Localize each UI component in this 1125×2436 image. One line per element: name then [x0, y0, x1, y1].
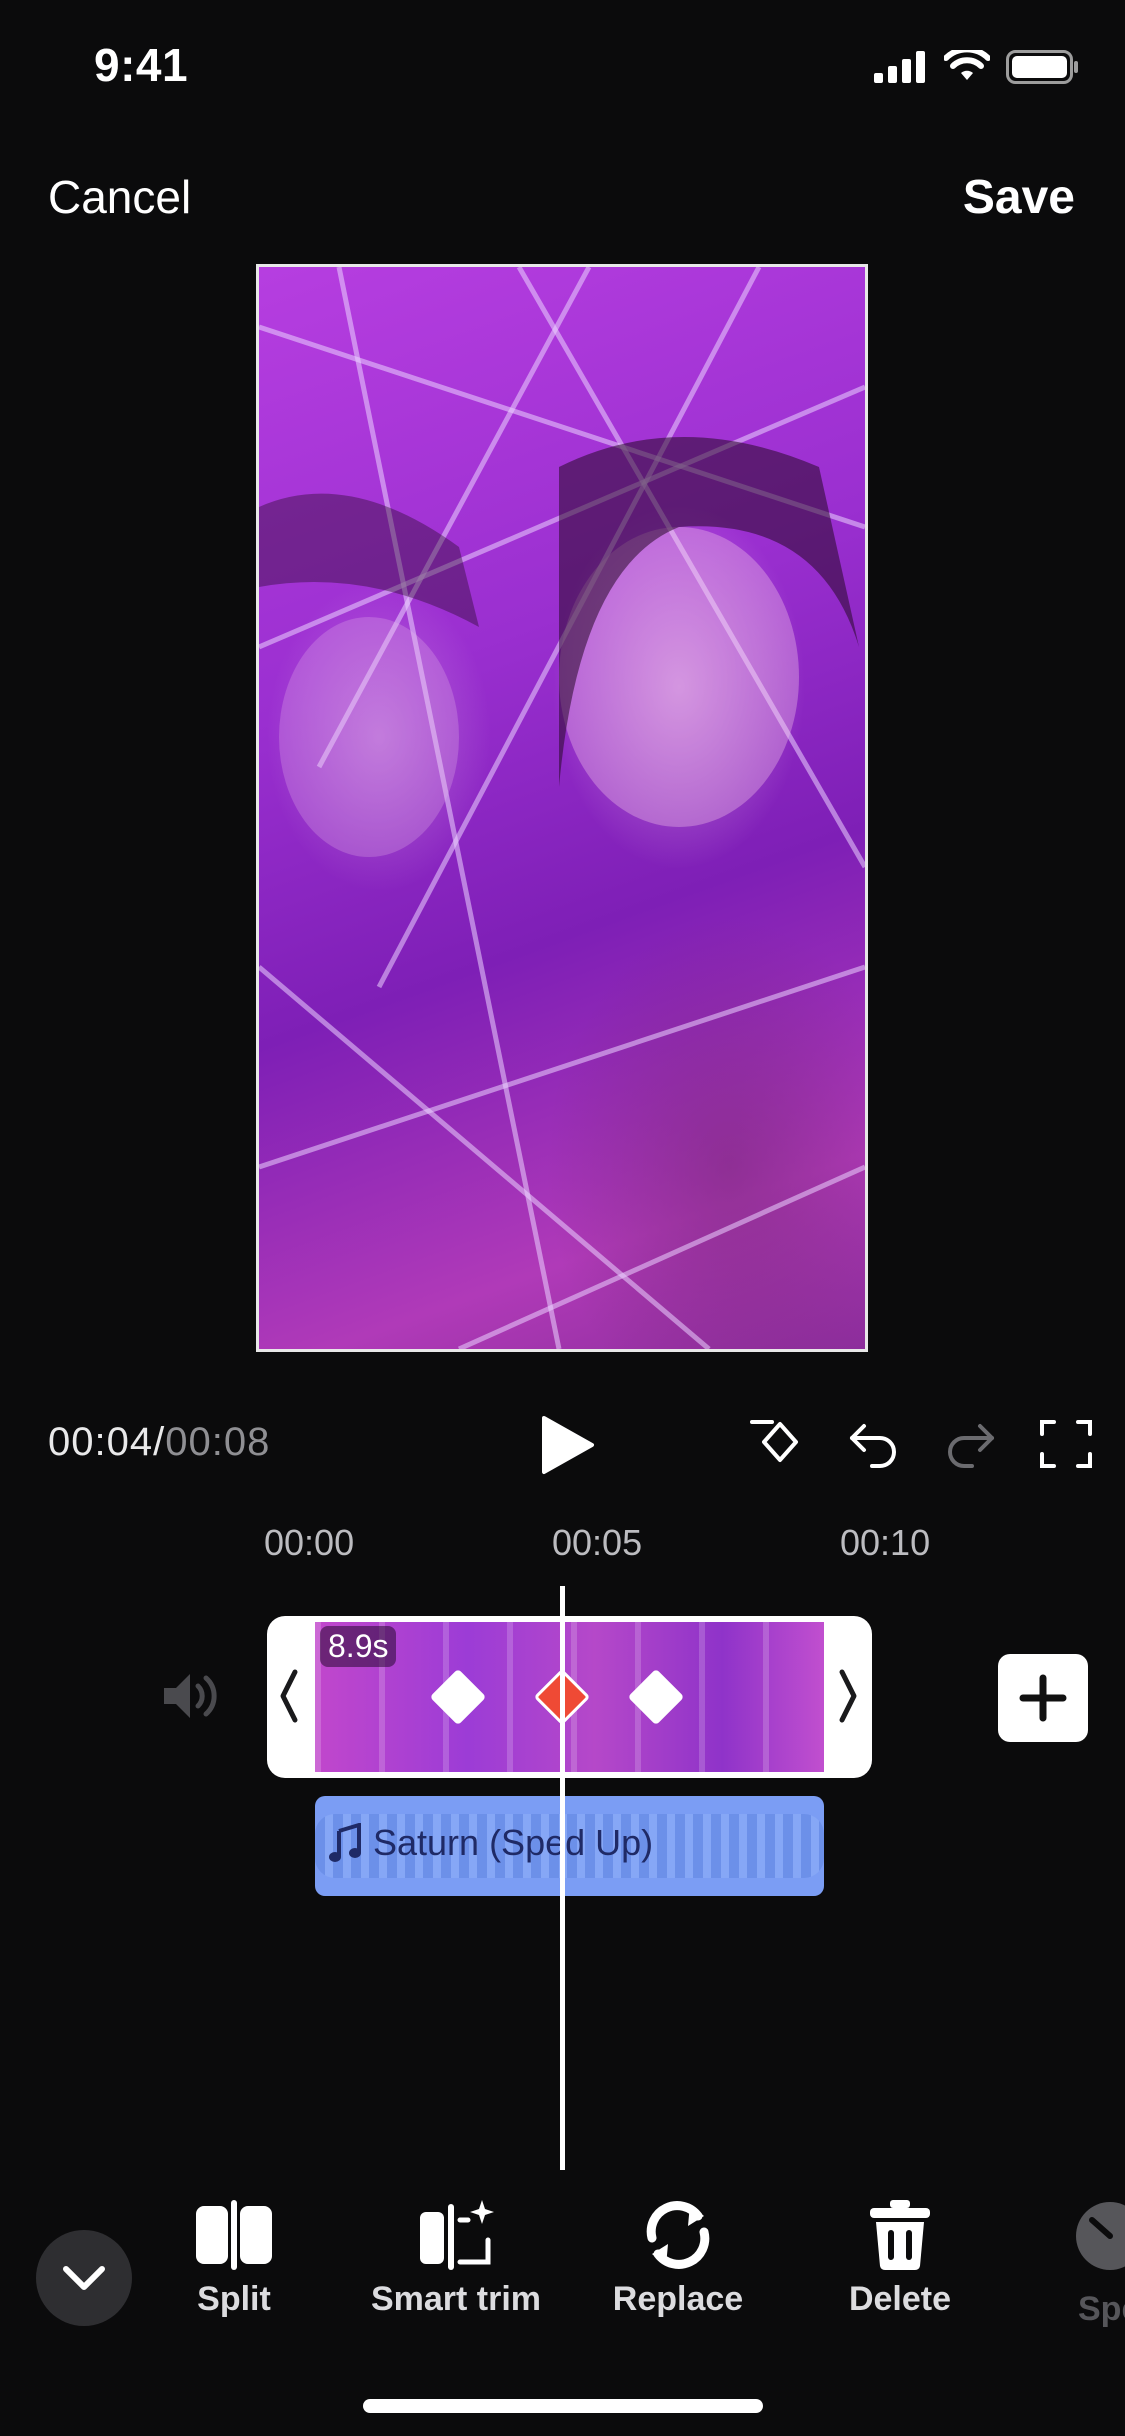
chevron-down-icon [63, 2266, 105, 2290]
tool-label: Replace [612, 2280, 744, 2318]
music-note-icon [329, 1823, 361, 1862]
speed-icon [1076, 2202, 1125, 2270]
split-icon [196, 2200, 272, 2270]
total-time: 00:08 [165, 1420, 271, 1464]
home-indicator[interactable] [363, 2399, 763, 2413]
volume-icon[interactable] [160, 1666, 220, 1726]
trash-icon [870, 2200, 930, 2270]
tool-label: Smart trim [370, 2280, 542, 2318]
clip-duration-badge: 8.9s [320, 1626, 397, 1667]
cancel-button[interactable]: Cancel [48, 170, 191, 224]
tool-replace[interactable]: Replace [578, 2200, 778, 2319]
battery-icon [1006, 50, 1078, 84]
playhead[interactable] [560, 1586, 565, 2170]
preview-laser-lines [259, 267, 865, 1349]
smart-trim-icon [420, 2200, 494, 2270]
collapse-toolbar-button[interactable] [36, 2230, 132, 2326]
redo-icon[interactable] [942, 1416, 998, 1472]
status-time: 9:41 [94, 39, 189, 91]
tool-label: Delete [848, 2280, 952, 2318]
status-icons [874, 50, 1080, 84]
plus-icon [1019, 1674, 1067, 1722]
replace-icon [646, 2201, 710, 2269]
save-button[interactable]: Save [963, 170, 1075, 225]
ruler-tick: 00:10 [840, 1522, 931, 1563]
signal-icon [874, 51, 925, 83]
audio-title: Saturn (Sped Up) [373, 1822, 654, 1863]
timecode: 00:04/00:08 [48, 1420, 270, 1465]
tool-smart-trim[interactable]: Smart trim [356, 2200, 556, 2319]
tool-label: Spe [1078, 2290, 1125, 2328]
trim-handle-left[interactable] [277, 1666, 301, 1726]
time-separator: / [153, 1420, 166, 1464]
tool-delete[interactable]: Delete [800, 2200, 1000, 2319]
audio-track[interactable]: Saturn (Sped Up) [315, 1796, 824, 1896]
ruler-tick: 00:00 [264, 1522, 355, 1563]
keyframe-icon[interactable] [750, 1416, 806, 1472]
fullscreen-icon[interactable] [1038, 1416, 1094, 1472]
tool-speed[interactable]: Spe [1070, 2200, 1125, 2340]
wifi-icon [944, 50, 990, 80]
undo-icon[interactable] [846, 1416, 902, 1472]
play-icon[interactable] [540, 1414, 596, 1476]
video-preview[interactable] [256, 264, 868, 1352]
audio-label: Saturn (Sped Up) [329, 1822, 653, 1864]
trim-handle-right[interactable] [836, 1666, 860, 1726]
current-time: 00:04 [48, 1420, 154, 1464]
tool-label: Split [197, 2280, 271, 2318]
tool-split[interactable]: Split [134, 2200, 334, 2319]
ruler-tick: 00:05 [552, 1522, 643, 1563]
add-clip-button[interactable] [998, 1654, 1088, 1742]
